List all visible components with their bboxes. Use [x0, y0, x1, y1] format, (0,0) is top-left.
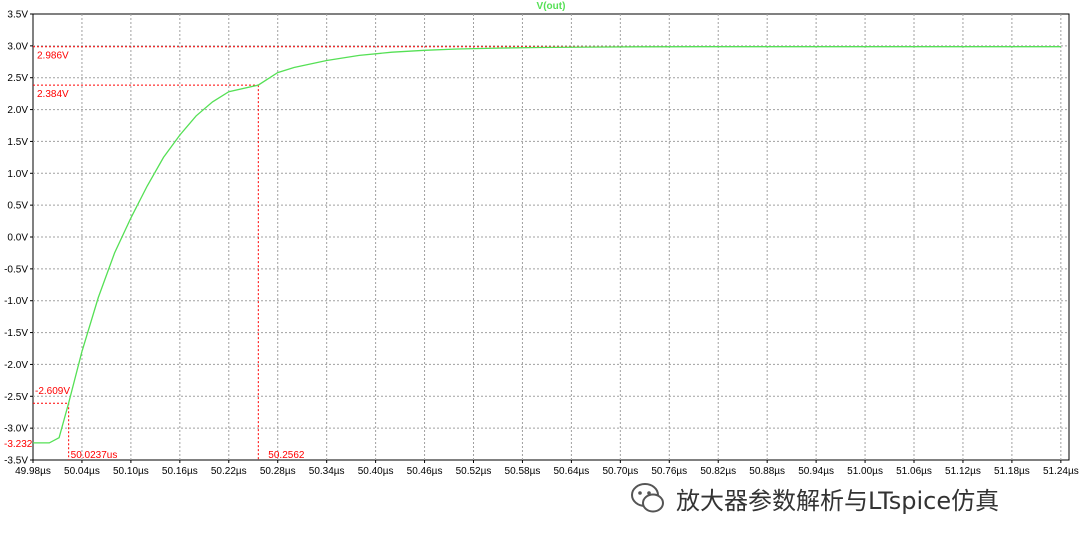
y-tick-label: -0.5V — [4, 264, 28, 275]
x-tick-label: 50.94µs — [798, 466, 834, 477]
x-tick-label: 50.04µs — [64, 466, 100, 477]
chart: 3.5V 3.0V 2.5V 2.0V 1.5V 1.0V 0.5V 0.0V -0.5V -1.… — [4, 1, 1079, 477]
x-tick-label: 50.40µs — [358, 466, 394, 477]
cursor-label: 2.986V — [37, 51, 69, 62]
x-tick-label: 50.22µs — [211, 466, 247, 477]
chart-title: V(out) — [537, 1, 566, 12]
x-tick-label: 51.18µs — [994, 466, 1030, 477]
cursor-label: -3.232 — [4, 439, 33, 450]
series-group — [33, 46, 1061, 444]
x-tick-label: 50.64µs — [553, 466, 589, 477]
x-tick-label: 51.00µs — [847, 466, 883, 477]
series-line-vout — [33, 46, 1061, 444]
x-axis-ticks: 49.98µs 50.04µs 50.10µs 50.16µs 50.22µs 50.28… — [15, 460, 1079, 477]
y-tick-label: -3.0V — [4, 424, 28, 435]
cursor-label: -2.609V — [35, 386, 70, 397]
y-tick-label: -1.0V — [4, 296, 28, 307]
y-tick-label: 2.0V — [7, 105, 28, 116]
cursor-label: 50.2562 — [268, 450, 305, 461]
x-tick-label: 50.58µs — [505, 466, 541, 477]
cursor-label: 2.384V — [37, 89, 69, 100]
x-tick-label: 51.24µs — [1043, 466, 1079, 477]
grid — [33, 14, 1069, 460]
y-tick-label: 3.0V — [7, 41, 28, 52]
wechat-logo-icon — [631, 483, 664, 513]
x-tick-label: 50.16µs — [162, 466, 198, 477]
y-tick-label: 1.0V — [7, 169, 28, 180]
y-tick-label: 0.5V — [7, 201, 28, 212]
cursor-label: 50.0237us — [71, 450, 118, 461]
x-tick-label: 50.28µs — [260, 466, 296, 477]
watermark: 放大器参数解析与LTspice仿真 — [628, 478, 999, 518]
x-tick-label: 50.34µs — [309, 466, 345, 477]
y-tick-label: 2.5V — [7, 73, 28, 84]
x-tick-label: 50.76µs — [651, 466, 687, 477]
x-tick-label: 50.10µs — [113, 466, 149, 477]
x-tick-label: 50.70µs — [602, 466, 638, 477]
y-tick-label: -3.5V — [4, 456, 28, 467]
y-tick-label: -1.5V — [4, 328, 28, 339]
cursor-markers: 2.986V 2.384V -2.609V -3.232 50.0237us 50.256… — [4, 46, 669, 461]
x-tick-label: 51.06µs — [896, 466, 932, 477]
x-tick-label: 49.98µs — [15, 466, 51, 477]
x-tick-label: 50.52µs — [456, 466, 492, 477]
y-tick-label: 1.5V — [7, 137, 28, 148]
y-tick-label: 3.5V — [7, 10, 28, 21]
y-axis-ticks: 3.5V 3.0V 2.5V 2.0V 1.5V 1.0V 0.5V 0.0V -0.5V -1.… — [4, 10, 33, 467]
y-tick-label: -2.5V — [4, 392, 28, 403]
y-tick-label: 0.0V — [7, 233, 28, 244]
x-tick-label: 50.82µs — [700, 466, 736, 477]
x-tick-label: 51.12µs — [945, 466, 981, 477]
y-tick-label: -2.0V — [4, 360, 28, 371]
watermark-text: 放大器参数解析与LTspice仿真 — [676, 486, 1000, 515]
x-tick-label: 50.88µs — [749, 466, 785, 477]
x-tick-label: 50.46µs — [407, 466, 443, 477]
